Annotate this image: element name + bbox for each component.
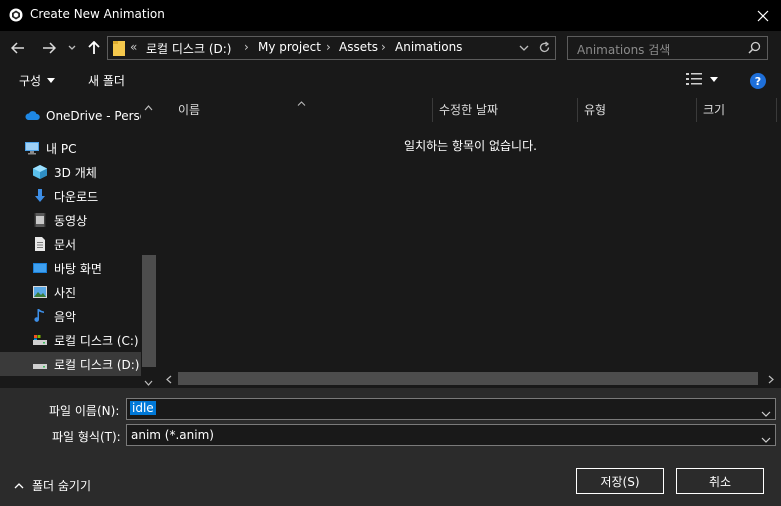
chevron-down-icon[interactable] [761,432,771,446]
cancel-button[interactable]: 취소 [676,468,764,494]
forward-button[interactable] [38,37,60,59]
search-placeholder: Animations 검색 [577,43,671,57]
column-divider[interactable] [776,98,777,122]
document-icon [35,237,45,251]
arrow-left-icon [11,42,24,54]
unity-icon [9,8,23,22]
nav-item-3d-objects[interactable]: 3D 개체 [0,160,141,184]
recent-locations-button[interactable] [63,37,81,59]
caret-down-icon [47,78,56,83]
column-header-name[interactable]: 이름 [178,101,200,118]
column-divider[interactable] [432,98,433,122]
nav-item-label: 내 PC [46,141,77,156]
close-button[interactable] [745,0,781,31]
nav-item-label: 3D 개체 [54,165,97,180]
nav-item-label: 문서 [54,237,77,252]
window-title: Create New Animation [30,7,165,21]
search-icon [748,41,761,57]
cube-icon [33,165,47,179]
hide-folders-label: 폴더 숨기기 [32,479,92,493]
folder-icon [113,40,125,56]
empty-folder-message: 일치하는 항목이 없습니다. [404,139,537,153]
refresh-icon[interactable] [538,41,551,57]
column-header-date[interactable]: 수정한 날짜 [439,101,498,118]
breadcrumb-separator-icon: › [244,40,249,54]
overflow-chevron-icon[interactable]: « [130,40,137,54]
nav-item-label: 다운로드 [54,189,99,204]
details-view-icon [686,73,702,85]
address-dropdown-icon[interactable] [519,42,529,56]
nav-item-label: 사진 [54,285,77,300]
breadcrumb-project[interactable]: My project [258,40,321,54]
nav-item-drive-c[interactable]: 로컬 디스크 (C:) [0,328,141,352]
filename-label: 파일 이름(N): [49,404,120,418]
organize-label: 구성 [19,74,42,88]
new-folder-button[interactable]: 새 폴더 [88,72,125,89]
download-icon [35,189,45,202]
picture-icon [33,286,47,298]
scroll-left-icon[interactable] [166,373,172,387]
search-input[interactable]: Animations 검색 [567,36,768,60]
drive-icon [33,335,47,345]
arrow-right-icon [43,42,56,54]
chevron-down-icon[interactable] [761,406,771,420]
breadcrumb-animations[interactable]: Animations [395,40,462,54]
breadcrumb-drive[interactable]: 로컬 디스크 (D:) [146,40,231,57]
desktop-icon [33,263,47,273]
nav-item-label: 동영상 [54,213,88,228]
breadcrumb-separator-icon: › [326,40,331,54]
pc-icon [25,142,39,155]
nav-item-label: 로컬 디스크 (C:) [54,333,139,348]
column-divider[interactable] [577,98,578,122]
filetype-value: anim (*.anim) [131,428,214,442]
nav-item-label: 로컬 디스크 (D:) [54,357,140,372]
view-options-button[interactable] [686,73,718,85]
save-button[interactable]: 저장(S) [576,468,664,494]
nav-item-documents[interactable]: 문서 [0,232,141,256]
filetype-label: 파일 형식(T): [52,430,121,444]
caret-down-icon [710,76,718,82]
chevron-up-icon [14,482,24,488]
nav-item-label: 음악 [54,309,77,324]
scroll-down-icon[interactable] [144,375,153,389]
help-icon[interactable]: ? [750,73,766,89]
address-bar[interactable]: « 로컬 디스크 (D:) › My project › Assets › An… [107,36,556,60]
nav-scrollbar-thumb[interactable] [142,255,156,367]
music-icon [34,309,44,322]
hide-folders-button[interactable]: 폴더 숨기기 [14,477,91,494]
up-button[interactable] [83,37,105,59]
nav-item-downloads[interactable]: 다운로드 [0,184,141,208]
sort-ascending-icon [297,95,306,109]
nav-item-videos[interactable]: 동영상 [0,208,141,232]
nav-item-drive-d[interactable]: 로컬 디스크 (D:) [0,352,141,376]
scroll-up-icon[interactable] [144,100,153,114]
breadcrumb-separator-icon: › [381,40,386,54]
scroll-right-icon[interactable] [768,373,774,387]
filetype-select[interactable]: anim (*.anim) [126,424,776,446]
horizontal-scrollbar-thumb[interactable] [178,372,758,385]
cloud-icon [25,111,40,120]
nav-item-desktop[interactable]: 바탕 화면 [0,256,141,280]
filename-input[interactable]: idle [126,398,776,420]
nav-item-label: 바탕 화면 [54,261,102,276]
back-button[interactable] [7,37,29,59]
organize-button[interactable]: 구성 [19,72,56,89]
command-bar: 구성 새 폴더 [0,64,781,96]
video-icon [34,213,46,227]
arrow-up-icon [88,41,100,54]
nav-item-music[interactable]: 음악 [0,304,141,328]
column-header-size[interactable]: 크기 [703,101,725,118]
nav-item-label: OneDrive - Personal [46,109,141,123]
nav-item-pictures[interactable]: 사진 [0,280,141,304]
filename-value: idle [130,401,156,415]
column-divider[interactable] [696,98,697,122]
drive-icon [33,364,47,369]
chevron-down-icon [68,45,76,50]
nav-item-onedrive[interactable]: OneDrive - Personal [0,104,141,128]
breadcrumb-assets[interactable]: Assets [339,40,378,54]
column-header-type[interactable]: 유형 [584,101,606,118]
close-icon [757,10,769,21]
nav-item-this-pc[interactable]: 내 PC [0,136,141,160]
